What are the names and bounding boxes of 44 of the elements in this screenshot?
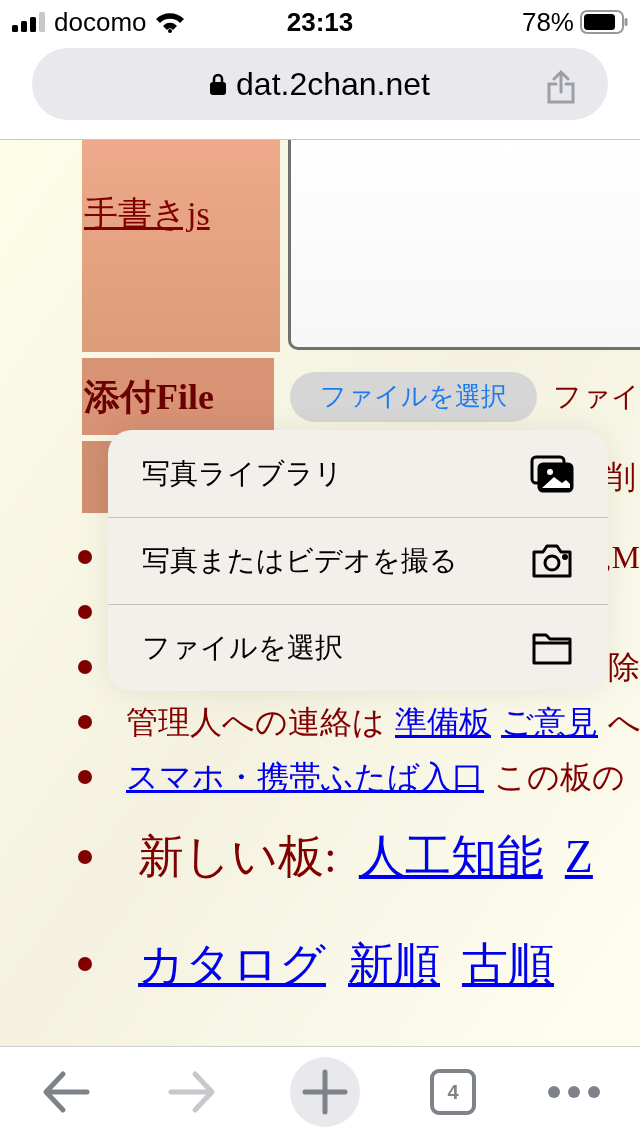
- menu-item[interactable]: 写真ライブラリ: [108, 430, 608, 517]
- bullet: [78, 769, 92, 784]
- url-text: dat.2chan.net: [236, 65, 430, 104]
- battery-icon: [580, 10, 628, 34]
- lock-icon: [210, 73, 227, 95]
- note-text: この板の: [494, 757, 625, 797]
- bullet: [78, 604, 92, 619]
- handwriting-link[interactable]: 手書きjs: [84, 195, 210, 232]
- link[interactable]: スマホ・携帯ふたば入口: [126, 752, 484, 801]
- clock: 23:13: [286, 5, 354, 39]
- carrier-name: docomo: [54, 5, 147, 39]
- comment-textarea[interactable]: [288, 140, 640, 350]
- share-icon[interactable]: [546, 70, 576, 104]
- note-text: 新しい板:: [138, 830, 337, 884]
- wifi-icon: [154, 11, 185, 33]
- signal-icon: [12, 12, 46, 32]
- bullet: [78, 714, 92, 729]
- menu-item[interactable]: ファイルを選択: [108, 604, 608, 691]
- bullet: [78, 957, 92, 971]
- more-icon: [547, 1084, 601, 1099]
- attachment-label: 添付File: [84, 375, 214, 419]
- battery-percent: 78%: [521, 5, 574, 39]
- tabs-button[interactable]: 4: [430, 1068, 476, 1115]
- bullet: [78, 659, 92, 674]
- link[interactable]: カタログ: [138, 929, 326, 999]
- note-text: 管理人への連絡は: [126, 702, 385, 742]
- bullet: [78, 549, 92, 564]
- note-text: へ: [608, 702, 640, 742]
- link[interactable]: 人工知能: [358, 822, 543, 891]
- link[interactable]: Z: [564, 822, 593, 891]
- photos-icon: [530, 454, 574, 493]
- file-status: ファイ: [553, 379, 640, 414]
- address-bar[interactable]: dat.2chan.net: [32, 48, 608, 120]
- link[interactable]: 古順: [462, 929, 554, 999]
- forward-arrow-icon: [167, 1069, 217, 1114]
- camera-icon: [530, 542, 574, 580]
- note-text: 除: [608, 647, 640, 687]
- menu-item[interactable]: 写真またはビデオを撮る: [108, 517, 608, 604]
- plus-icon: [301, 1067, 349, 1116]
- link[interactable]: 準備板: [395, 697, 491, 746]
- bullet: [78, 849, 92, 864]
- back-arrow-icon: [41, 1069, 91, 1114]
- link[interactable]: ご意見: [501, 697, 598, 746]
- link[interactable]: 新順: [348, 929, 440, 999]
